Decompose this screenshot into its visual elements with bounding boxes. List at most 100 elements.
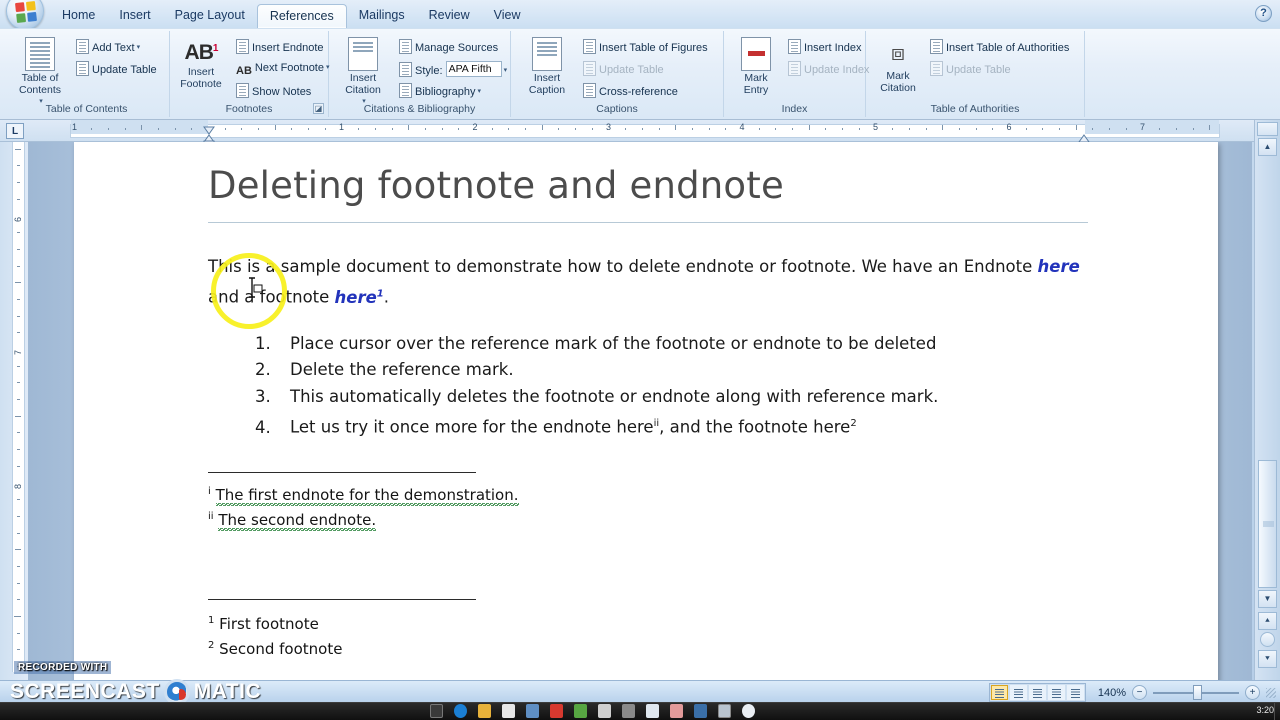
next-page-button[interactable]: ⯆	[1258, 650, 1277, 668]
zoom-out-button[interactable]: −	[1132, 685, 1147, 700]
view-full-screen-reading-button[interactable]	[1010, 685, 1027, 700]
taskbar-app-icon[interactable]	[550, 704, 563, 718]
vertical-scrollbar[interactable]: ▲ ▼ ⯅ ⯆	[1254, 120, 1280, 680]
insert-endnote-button[interactable]: Insert Endnote	[236, 39, 324, 55]
mark-citation-icon: ⧈	[891, 40, 905, 65]
footnote-link-here[interactable]: here1	[335, 288, 384, 307]
steps-list[interactable]: Place cursor over the reference mark of …	[208, 331, 1088, 442]
office-button[interactable]	[6, 0, 44, 30]
scroll-down-button[interactable]: ▼	[1258, 590, 1277, 608]
tab-view[interactable]: View	[482, 4, 533, 28]
resize-grip-icon[interactable]	[1266, 687, 1276, 698]
cross-reference-button[interactable]: Cross-reference	[583, 83, 678, 99]
taskbar-app-icon[interactable]	[670, 704, 683, 718]
scroll-up-button[interactable]: ▲	[1258, 138, 1277, 156]
hanging-indent-marker[interactable]	[203, 131, 215, 145]
list-item[interactable]: Place cursor over the reference mark of …	[276, 331, 1088, 358]
taskbar-app-icon[interactable]	[622, 704, 635, 718]
update-table-toc-button[interactable]: Update Table	[76, 61, 157, 77]
taskbar-app-icon[interactable]	[598, 704, 611, 718]
footnotes-dialog-launcher[interactable]: ◪	[313, 103, 324, 114]
footnote-reference-mark-2[interactable]: 2	[850, 418, 856, 429]
insert-footnote-button[interactable]: AB1 Insert Footnote	[173, 37, 229, 90]
zoom-slider[interactable]	[1153, 685, 1239, 700]
endnote-entry[interactable]: i The first endnote for the demonstratio…	[208, 481, 1088, 506]
previous-page-button[interactable]: ⯅	[1258, 612, 1277, 630]
mark-citation-button[interactable]: ⧈ Mark Citation	[870, 37, 926, 94]
taskbar-task-view-icon[interactable]	[430, 704, 443, 718]
tab-home[interactable]: Home	[50, 4, 107, 28]
citation-style-control[interactable]: Style: APA Fifth ▾	[399, 61, 507, 78]
right-indent-marker[interactable]	[1078, 131, 1090, 143]
cross-reference-icon	[583, 83, 596, 98]
taskbar-edge-icon[interactable]	[454, 704, 467, 718]
cross-reference-label: Cross-reference	[599, 86, 678, 98]
ribbon-tabs: Home Insert Page Layout References Maili…	[50, 4, 532, 28]
tab-mailings[interactable]: Mailings	[347, 4, 417, 28]
insert-caption-button[interactable]: Insert Caption	[519, 37, 575, 96]
zoom-level-label[interactable]: 140%	[1092, 687, 1126, 699]
insert-citation-icon	[348, 37, 378, 71]
taskbar-app-icon[interactable]	[502, 704, 515, 718]
footnote-mark-1: 1	[208, 614, 215, 626]
taskbar-app-icon[interactable]	[574, 704, 587, 718]
footnote-entry[interactable]: 1 First footnote	[208, 610, 1088, 635]
add-text-button[interactable]: Add Text ▾	[76, 39, 140, 55]
taskbar-explorer-icon[interactable]	[478, 704, 491, 718]
update-table-toc-label: Update Table	[92, 64, 157, 76]
footnote-entry[interactable]: 2 Second footnote	[208, 635, 1088, 660]
zoom-slider-handle[interactable]	[1193, 685, 1202, 700]
mark-entry-button[interactable]: Mark Entry	[728, 37, 784, 96]
view-outline-button[interactable]	[1048, 685, 1065, 700]
table-of-contents-button[interactable]: Table of Contents ▾	[12, 37, 68, 109]
show-notes-button[interactable]: Show Notes	[236, 83, 311, 99]
select-browse-object-button[interactable]	[1260, 632, 1275, 647]
update-table-icon	[76, 61, 89, 76]
endnote-entry[interactable]: ii The second endnote.	[208, 506, 1088, 531]
windows-taskbar[interactable]: 3:20	[0, 702, 1280, 720]
horizontal-ruler[interactable]: L 11234567	[0, 120, 1280, 145]
taskbar-app-icon[interactable]	[526, 704, 539, 718]
insert-citation-button[interactable]: Insert Citation ▾	[335, 37, 391, 109]
footnote-reference-mark-1[interactable]: 1	[377, 288, 384, 299]
style-dropdown-value[interactable]: APA Fifth	[445, 61, 502, 77]
show-desktop-button[interactable]	[1274, 703, 1280, 720]
footnote-text-2: Second footnote	[219, 639, 343, 658]
vertical-ruler[interactable]: 678	[0, 142, 28, 680]
tab-insert[interactable]: Insert	[107, 4, 162, 28]
tab-review[interactable]: Review	[417, 4, 482, 28]
split-window-handle[interactable]	[1257, 122, 1278, 136]
view-print-layout-button[interactable]	[991, 685, 1008, 700]
tab-page-layout[interactable]: Page Layout	[163, 4, 257, 28]
group-label-table-of-contents: Table of Contents	[45, 103, 128, 115]
taskbar-clock[interactable]: 3:20	[1256, 705, 1274, 715]
document-canvas[interactable]: Deleting footnote and endnote This is a …	[28, 142, 1252, 680]
taskbar-app-icon[interactable]	[646, 704, 659, 718]
footnotes-section: 1 First footnote 2 Second footnote	[208, 598, 1088, 660]
insert-table-of-authorities-button[interactable]: Insert Table of Authorities	[930, 39, 1069, 55]
taskbar-app-icon[interactable]	[718, 704, 731, 718]
taskbar-app-icon[interactable]	[694, 704, 707, 718]
list-item[interactable]: This automatically deletes the footnote …	[276, 384, 1088, 411]
help-icon[interactable]: ?	[1255, 5, 1272, 22]
manage-sources-button[interactable]: Manage Sources	[399, 39, 498, 55]
ribbon-group-table-of-contents: Table of Contents ▾ Add Text ▾ Update Tabl…	[4, 31, 170, 117]
view-draft-button[interactable]	[1067, 685, 1084, 700]
insert-table-of-figures-button[interactable]: Insert Table of Figures	[583, 39, 708, 55]
bibliography-button[interactable]: Bibliography ▾	[399, 83, 481, 99]
intro-paragraph[interactable]: This is a sample document to demonstrate…	[208, 253, 1088, 311]
first-line-indent-marker[interactable]	[203, 122, 215, 135]
zoom-in-button[interactable]: +	[1245, 685, 1260, 700]
view-web-layout-button[interactable]	[1029, 685, 1046, 700]
document-page[interactable]: Deleting footnote and endnote This is a …	[74, 142, 1218, 680]
tab-references[interactable]: References	[256, 4, 347, 28]
tab-stop-selector[interactable]: L	[6, 123, 24, 139]
list-item[interactable]: Delete the reference mark.	[276, 357, 1088, 384]
next-footnote-button[interactable]: AB Next Footnote ▾	[236, 61, 330, 78]
list-item[interactable]: Let us try it once more for the endnote …	[276, 411, 1088, 441]
insert-index-button[interactable]: Insert Index	[788, 39, 861, 55]
endnote-link-here[interactable]: here	[1038, 257, 1080, 276]
taskbar-app-icon[interactable]	[742, 704, 755, 718]
step4-middle: , and the footnote here	[659, 417, 851, 437]
scrollbar-thumb[interactable]	[1258, 460, 1277, 588]
